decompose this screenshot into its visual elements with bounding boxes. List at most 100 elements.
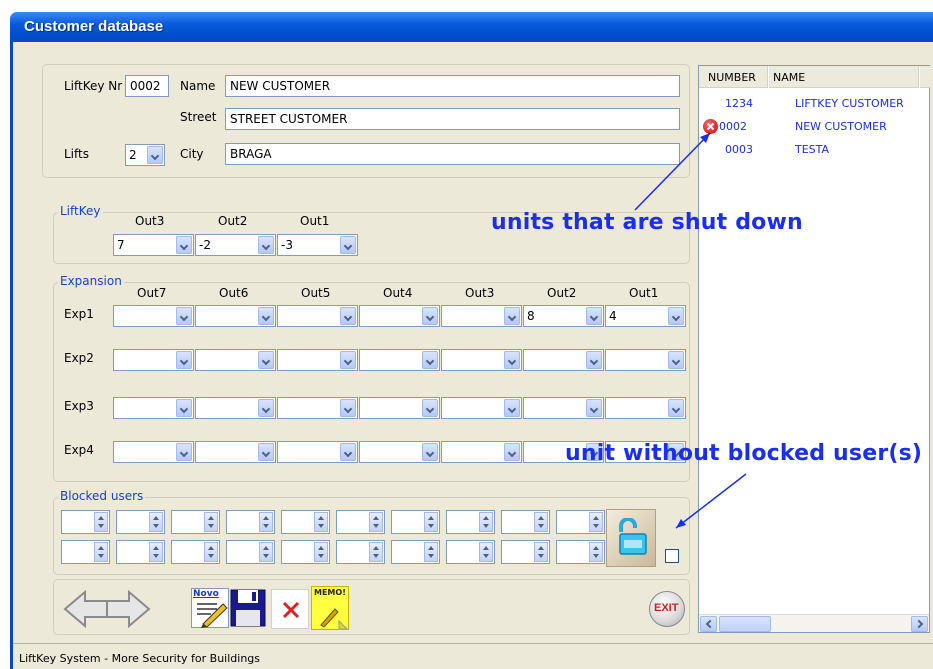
spinner-arrows-icon[interactable] (259, 542, 273, 562)
spinner-arrows-icon[interactable] (314, 542, 328, 562)
chevron-down-icon[interactable] (422, 351, 438, 369)
chevron-down-icon[interactable] (504, 307, 520, 325)
expansion-select[interactable]: 4 (605, 305, 686, 327)
chevron-down-icon[interactable] (176, 443, 192, 461)
spinner-arrows-icon[interactable] (259, 512, 273, 532)
spinner-arrows-icon[interactable] (314, 512, 328, 532)
liftkey-out2-select[interactable]: -2 (195, 234, 276, 256)
chevron-down-icon[interactable] (668, 399, 684, 417)
list-item[interactable]: 0002 NEW CUSTOMER (699, 117, 929, 139)
expansion-select[interactable] (195, 441, 276, 463)
blocked-user-spinner[interactable] (446, 510, 495, 534)
expansion-select[interactable] (359, 441, 440, 463)
chevron-down-icon[interactable] (176, 236, 192, 254)
horizontal-scrollbar[interactable] (699, 614, 929, 632)
chevron-down-icon[interactable] (340, 236, 356, 254)
expansion-select[interactable] (441, 397, 522, 419)
chevron-down-icon[interactable] (504, 399, 520, 417)
blocked-user-spinner[interactable] (446, 540, 495, 564)
liftkey-out3-select[interactable]: 7 (113, 234, 194, 256)
blocked-user-spinner[interactable] (501, 540, 550, 564)
chevron-down-icon[interactable] (668, 351, 684, 369)
chevron-down-icon[interactable] (258, 399, 274, 417)
chevron-down-icon[interactable] (258, 236, 274, 254)
list-item[interactable]: 0003 TESTA (699, 140, 929, 162)
spinner-arrows-icon[interactable] (589, 542, 603, 562)
expansion-select[interactable]: 8 (523, 305, 604, 327)
blocked-user-spinner[interactable] (391, 540, 440, 564)
expansion-select[interactable] (195, 305, 276, 327)
spinner-arrows-icon[interactable] (479, 512, 493, 532)
exit-button[interactable]: EXIT (649, 591, 685, 627)
new-record-button[interactable]: Novo (191, 588, 229, 628)
spinner-arrows-icon[interactable] (94, 542, 108, 562)
spinner-arrows-icon[interactable] (479, 542, 493, 562)
expansion-select[interactable] (113, 349, 194, 371)
blocked-user-spinner[interactable] (556, 510, 605, 534)
list-header-number[interactable]: NUMBER (699, 66, 768, 88)
chevron-down-icon[interactable] (668, 307, 684, 325)
chevron-down-icon[interactable] (340, 399, 356, 417)
customer-list[interactable]: NUMBER NAME 1234 LIFTKEY CUSTOMER 0002 N… (698, 65, 930, 633)
expansion-select[interactable] (359, 397, 440, 419)
spinner-arrows-icon[interactable] (204, 542, 218, 562)
expansion-select[interactable] (277, 441, 358, 463)
chevron-down-icon[interactable] (340, 307, 356, 325)
no-blocked-users-checkbox[interactable] (665, 549, 679, 563)
spinner-arrows-icon[interactable] (424, 542, 438, 562)
blocked-user-spinner[interactable] (281, 540, 330, 564)
blocked-user-spinner[interactable] (556, 540, 605, 564)
chevron-down-icon[interactable] (258, 351, 274, 369)
spinner-arrows-icon[interactable] (149, 542, 163, 562)
chevron-down-icon[interactable] (176, 351, 192, 369)
expansion-select[interactable] (441, 349, 522, 371)
lifts-select[interactable]: 2 (125, 144, 165, 166)
unlock-button[interactable] (606, 509, 656, 567)
expansion-select[interactable] (113, 441, 194, 463)
blocked-user-spinner[interactable] (391, 510, 440, 534)
spinner-arrows-icon[interactable] (534, 542, 548, 562)
scroll-right-button[interactable] (911, 616, 928, 632)
chevron-down-icon[interactable] (176, 307, 192, 325)
blocked-user-spinner[interactable] (226, 540, 275, 564)
scroll-thumb[interactable] (719, 616, 771, 632)
chevron-down-icon[interactable] (422, 307, 438, 325)
chevron-down-icon[interactable] (340, 351, 356, 369)
liftkey-out1-select[interactable]: -3 (277, 234, 358, 256)
save-button[interactable] (229, 588, 267, 628)
spinner-arrows-icon[interactable] (94, 512, 108, 532)
spinner-arrows-icon[interactable] (204, 512, 218, 532)
expansion-select[interactable] (605, 397, 686, 419)
liftkey-nr-field[interactable]: 0002 (125, 75, 169, 97)
delete-button[interactable] (271, 589, 309, 629)
chevron-down-icon[interactable] (504, 443, 520, 461)
blocked-user-spinner[interactable] (61, 510, 110, 534)
chevron-down-icon[interactable] (258, 443, 274, 461)
blocked-user-spinner[interactable] (336, 510, 385, 534)
expansion-select[interactable] (523, 349, 604, 371)
blocked-user-spinner[interactable] (61, 540, 110, 564)
previous-record-button[interactable] (63, 589, 110, 629)
expansion-select[interactable] (359, 349, 440, 371)
spinner-arrows-icon[interactable] (589, 512, 603, 532)
spinner-arrows-icon[interactable] (149, 512, 163, 532)
blocked-user-spinner[interactable] (501, 510, 550, 534)
memo-button[interactable]: MEMO! (311, 586, 349, 630)
chevron-down-icon[interactable] (258, 307, 274, 325)
chevron-down-icon[interactable] (422, 443, 438, 461)
scroll-left-button[interactable] (700, 616, 717, 632)
chevron-down-icon[interactable] (340, 443, 356, 461)
expansion-select[interactable] (359, 305, 440, 327)
expansion-select[interactable] (195, 349, 276, 371)
chevron-down-icon[interactable] (147, 146, 163, 164)
expansion-select[interactable] (195, 397, 276, 419)
expansion-select[interactable] (523, 397, 604, 419)
spinner-arrows-icon[interactable] (369, 512, 383, 532)
next-record-button[interactable] (104, 589, 151, 629)
blocked-user-spinner[interactable] (281, 510, 330, 534)
blocked-user-spinner[interactable] (336, 540, 385, 564)
expansion-select[interactable] (441, 305, 522, 327)
expansion-select[interactable] (605, 349, 686, 371)
expansion-select[interactable] (113, 305, 194, 327)
city-field[interactable]: BRAGA (225, 143, 680, 165)
